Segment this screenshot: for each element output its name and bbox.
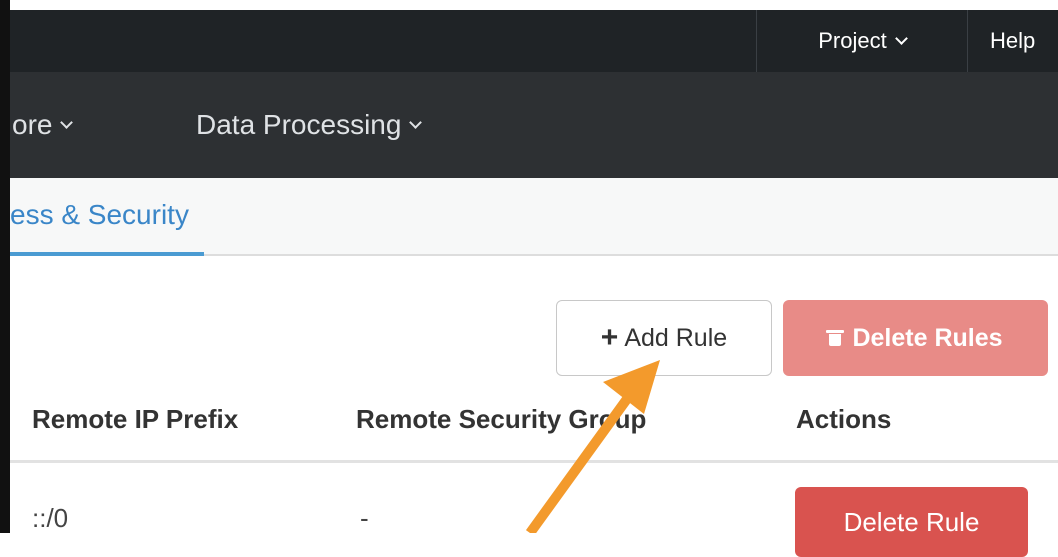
chevron-down-icon [60, 115, 74, 129]
add-rule-button[interactable]: + Add Rule [556, 300, 772, 376]
trash-icon [826, 330, 845, 346]
table-header-divider [10, 460, 1058, 463]
project-label: Project [818, 28, 887, 53]
cell-remote-ip-prefix: ::/0 [32, 503, 69, 533]
nav-data-processing[interactable]: Data Processing [196, 72, 423, 178]
tab-access-security-label: ess & Security [10, 199, 189, 230]
column-header-remote-ip-prefix[interactable]: Remote IP Prefix [32, 396, 238, 442]
delete-rules-button[interactable]: Delete Rules [783, 300, 1048, 376]
add-rule-label: Add Rule [624, 323, 728, 352]
page-tabs: ess & Security [10, 178, 1058, 256]
cell-remote-security-group: - [360, 503, 369, 533]
column-header-actions: Actions [796, 403, 892, 434]
delete-rule-button[interactable]: Delete Rule [795, 487, 1028, 557]
chevron-down-icon [409, 115, 423, 129]
nav-data-processing-label: Data Processing [196, 109, 402, 140]
nav-object-store[interactable]: ore [12, 72, 74, 178]
help-label: Help [990, 28, 1036, 53]
help-menu[interactable]: Help [990, 10, 1035, 72]
chevron-down-icon [894, 31, 908, 45]
delete-rules-label: Delete Rules [852, 323, 1003, 352]
tab-access-security[interactable]: ess & Security [10, 178, 204, 256]
nav-object-store-label: ore [12, 109, 53, 140]
column-header-remote-security-group[interactable]: Remote Security Group [356, 396, 646, 442]
main-nav: ore Data Processing [10, 72, 1058, 178]
project-dropdown[interactable]: Project [756, 10, 968, 72]
top-bar: Project Help [10, 10, 1058, 72]
left-frame-edge [0, 0, 10, 533]
plus-icon: + [600, 321, 619, 354]
